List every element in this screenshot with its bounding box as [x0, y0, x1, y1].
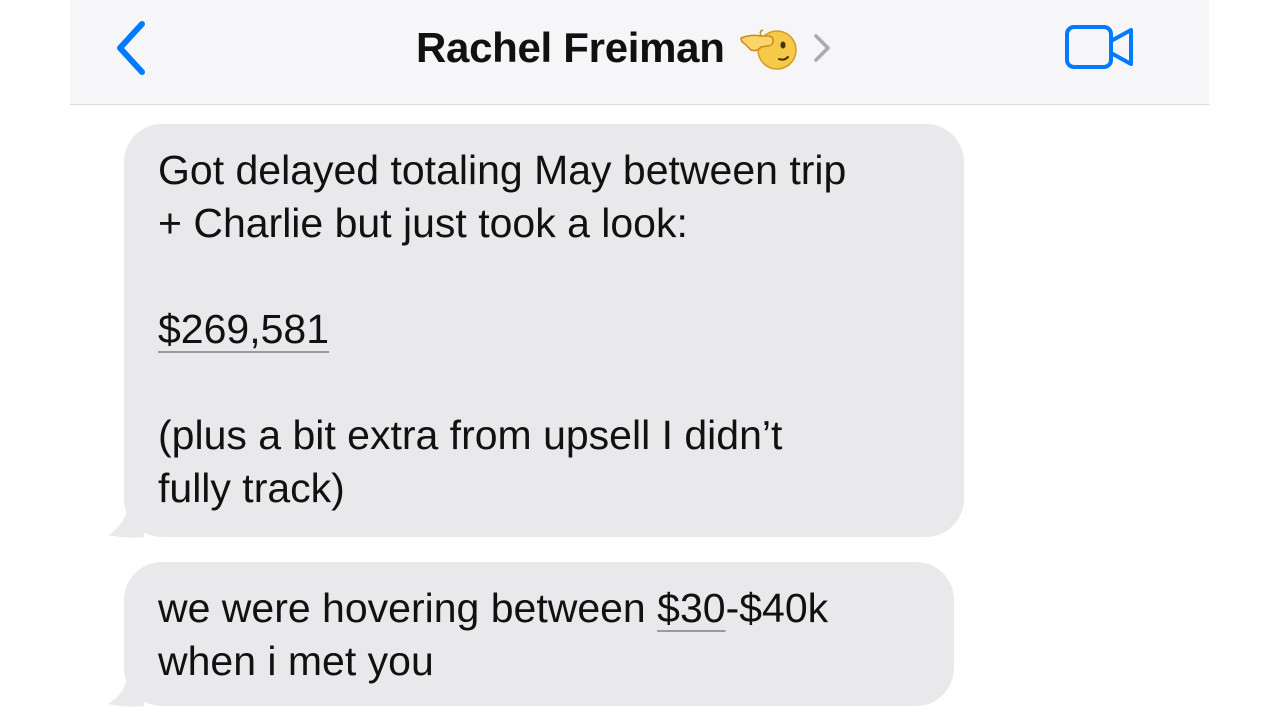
- message-spacer: [158, 356, 930, 409]
- chevron-left-icon: [117, 21, 145, 75]
- message-text-line: (plus a bit extra from upsell I didn’t: [158, 412, 783, 458]
- amount-link[interactable]: $269,581: [158, 306, 329, 352]
- message-amount-line: $269,581: [158, 303, 930, 356]
- received-message-bubble[interactable]: we were hovering between $30-$40k when i…: [124, 562, 954, 706]
- message-text-line: when i met you: [158, 638, 434, 684]
- message-text-line: we were hovering between $30-$40k: [158, 582, 920, 635]
- contact-name: Rachel Freiman: [416, 24, 725, 71]
- message-text-line: Got delayed totaling May between trip: [158, 147, 847, 193]
- message-text-segment: we were hovering between: [158, 585, 658, 631]
- back-button[interactable]: [110, 18, 154, 78]
- video-camera-icon: [1065, 25, 1133, 69]
- conversation-screen: Rachel Freiman Got delayed totaling May …: [70, 0, 1209, 720]
- conversation-header: Rachel Freiman: [70, 0, 1209, 105]
- amount-link[interactable]: $30: [657, 585, 725, 631]
- chevron-right-icon: [813, 34, 830, 62]
- message-spacer: [158, 250, 930, 303]
- message-text-line: fully track): [158, 465, 345, 511]
- message-text-line: + Charlie but just took a look:: [158, 200, 688, 246]
- message-text-segment: -$40k: [725, 585, 829, 631]
- contact-title[interactable]: Rachel Freiman: [416, 20, 833, 76]
- pointing-hand-face-emoji-icon: [739, 29, 797, 70]
- received-message-bubble[interactable]: Got delayed totaling May between trip + …: [124, 124, 964, 537]
- video-call-button[interactable]: [1064, 24, 1136, 70]
